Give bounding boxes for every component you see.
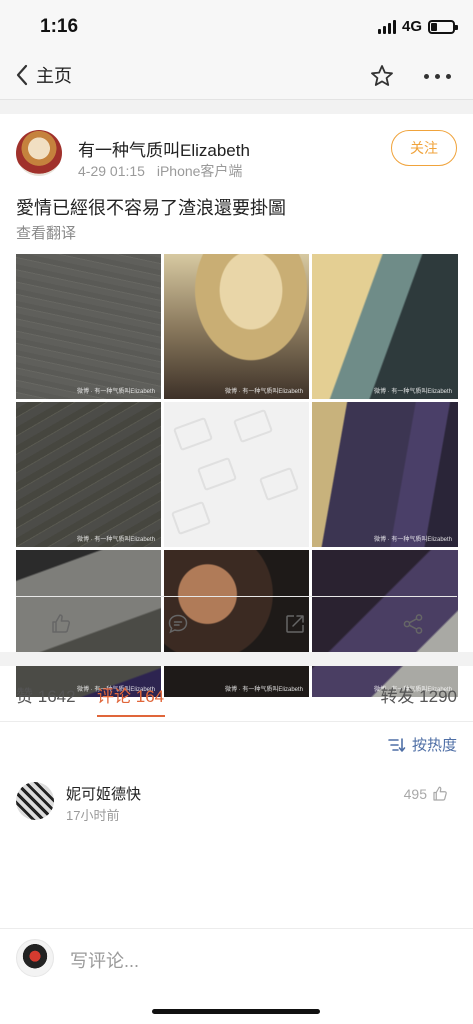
self-avatar [16, 939, 54, 977]
signal-icon [377, 19, 396, 34]
post-source: iPhone客户端 [156, 163, 243, 179]
status-time: 1:16 [40, 16, 79, 37]
divider [0, 652, 473, 666]
share-icon [403, 614, 423, 634]
comment-time: 17小时前 [66, 808, 120, 823]
nav-bar: 主页 [0, 54, 473, 100]
like-button[interactable] [49, 612, 73, 636]
image-placeholder-icon [196, 456, 238, 492]
post-text: 愛情已經很不容易了渣浪還要掛圖 [16, 198, 286, 218]
sort-label: 按热度 [411, 737, 457, 754]
commenter-name[interactable]: 妮可姬德快 [66, 783, 141, 804]
tab-comments[interactable]: 评论 164 [97, 682, 164, 707]
commenter-avatar[interactable] [16, 782, 54, 820]
more-button[interactable] [424, 64, 451, 88]
comment-like-button[interactable]: 495 [404, 785, 449, 803]
thumbs-up-icon [52, 614, 71, 633]
tab-reposts[interactable]: 转发 1290 [380, 682, 457, 707]
comment-button[interactable] [166, 612, 190, 636]
author-name[interactable]: 有一种气质叫Elizabeth [78, 136, 250, 161]
status-indicators: 4G [377, 18, 458, 35]
post-image[interactable]: 微博 · 有一种气质叫Elizabeth [312, 254, 458, 399]
divider [0, 100, 473, 114]
post-meta: 4-29 01:15 iPhone客户端 [78, 161, 242, 181]
author-avatar[interactable] [16, 130, 62, 176]
share-button[interactable] [401, 612, 425, 636]
battery-icon [428, 19, 458, 34]
post-image[interactable]: 微博 · 有一种气质叫Elizabeth [164, 254, 309, 399]
back-label: 主页 [36, 66, 72, 86]
chevron-left-icon [16, 64, 28, 86]
tab-likes[interactable]: 赞 1642 [16, 682, 76, 707]
repost-button[interactable] [283, 612, 307, 636]
translate-link[interactable]: 查看翻译 [16, 222, 76, 243]
compose-bar: 写评论... [0, 928, 473, 990]
comment-like-count: 495 [403, 786, 427, 802]
image-placeholder-icon [232, 408, 274, 444]
home-indicator [152, 1009, 320, 1014]
image-placeholder-icon [258, 466, 300, 502]
interaction-tabs: 赞 1642 评论 164 转发 1290 [0, 666, 473, 722]
comment-input[interactable]: 写评论... [70, 947, 139, 973]
post-image[interactable]: 微博 · 有一种气质叫Elizabeth [16, 402, 161, 547]
repost-icon [286, 615, 304, 633]
comment-icon [168, 614, 188, 634]
image-placeholder-icon [172, 416, 214, 452]
follow-button[interactable]: 关注 [391, 130, 457, 166]
status-bar: 1:16 4G [0, 0, 473, 54]
star-icon [371, 65, 393, 86]
post-timestamp: 4-29 01:15 [78, 163, 145, 179]
post-image-placeholder[interactable] [164, 402, 309, 547]
post-image[interactable]: 微博 · 有一种气质叫Elizabeth [312, 402, 458, 547]
more-icon [424, 73, 429, 79]
post-image[interactable]: 微博 · 有一种气质叫Elizabeth [16, 254, 161, 399]
sort-button[interactable]: 按热度 [388, 734, 457, 755]
post-action-bar [16, 596, 457, 654]
image-placeholder-icon [170, 500, 212, 536]
sort-icon [388, 737, 406, 752]
battery-fill [431, 22, 438, 31]
thumbs-up-icon [433, 786, 447, 801]
comment-item: 妮可姬德快 17小时前 495 [0, 778, 473, 838]
network-label: 4G [401, 18, 422, 35]
active-tab-indicator [97, 715, 165, 717]
favorite-button[interactable] [369, 63, 395, 94]
back-button[interactable]: 主页 [14, 60, 72, 90]
